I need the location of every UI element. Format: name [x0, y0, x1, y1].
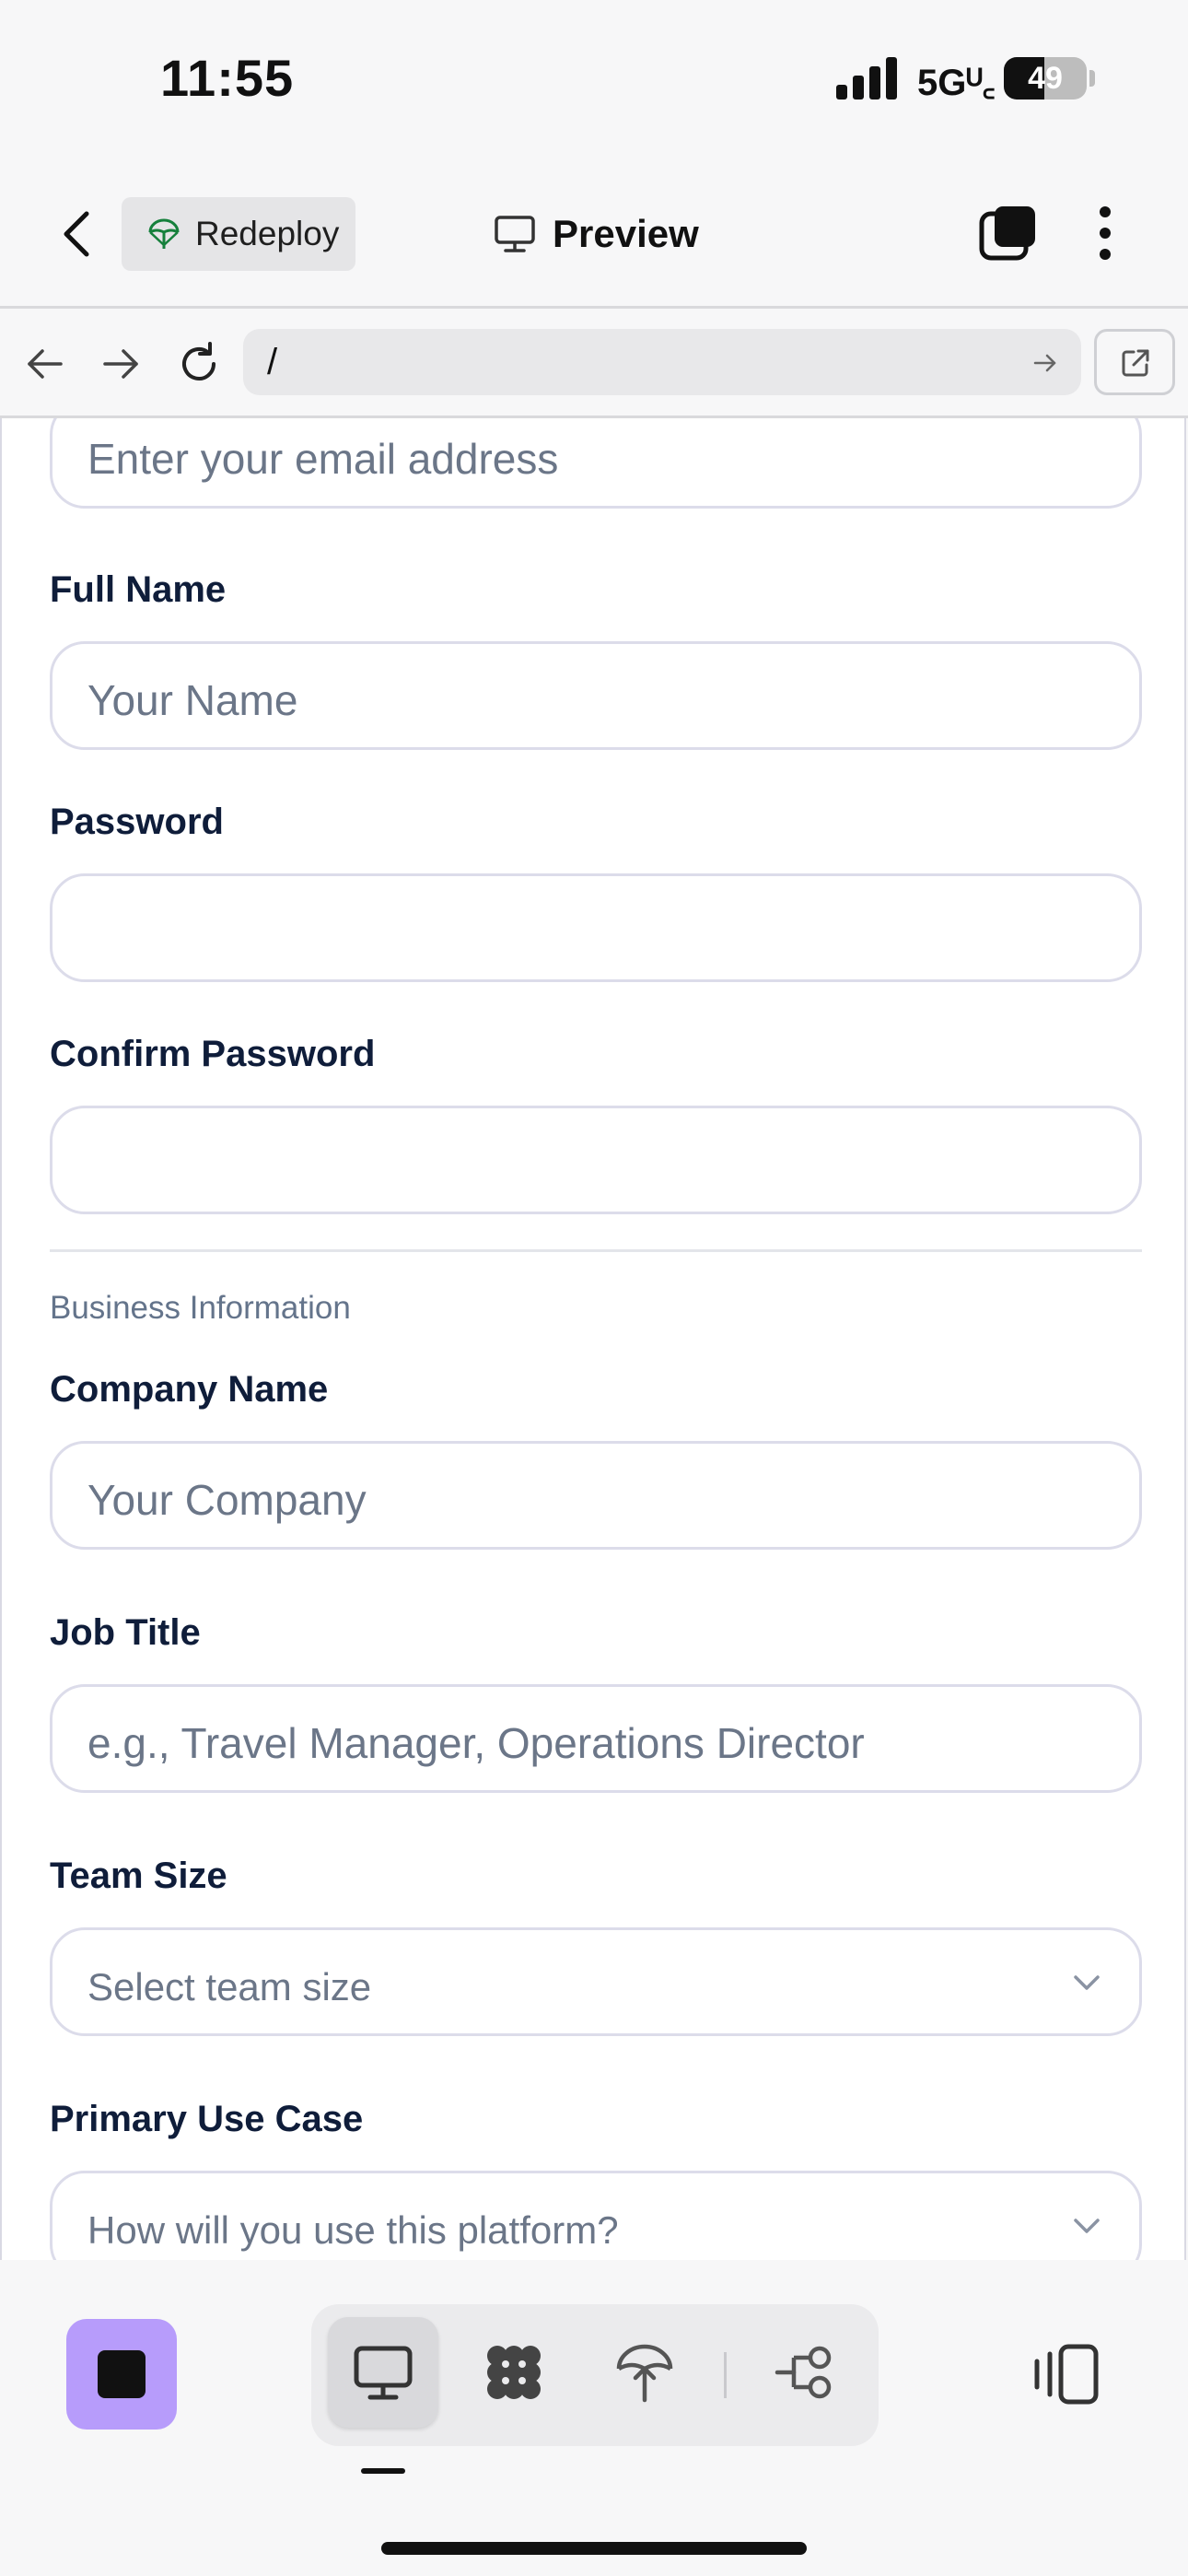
preview-label: Preview — [553, 212, 699, 255]
more-vertical-icon[interactable] — [1087, 203, 1124, 263]
view-database-button[interactable] — [459, 2317, 569, 2428]
view-preview-button[interactable] — [328, 2317, 438, 2428]
company-name-placeholder: Your Company — [87, 1476, 367, 1524]
redeploy-label: Redeploy — [195, 215, 340, 252]
battery-icon: 49 — [1004, 57, 1087, 100]
full-name-field[interactable]: Your Name — [50, 641, 1142, 750]
business-section-title: Business Information — [50, 1290, 351, 1326]
job-title-field[interactable]: e.g., Travel Manager, Operations Directo… — [50, 1684, 1142, 1793]
status-time: 11:55 — [160, 49, 295, 107]
active-view-indicator — [361, 2468, 405, 2474]
view-workflow-button[interactable] — [750, 2317, 860, 2428]
toolbar-separator — [724, 2352, 727, 2398]
chevron-left-icon[interactable] — [53, 206, 101, 262]
job-title-placeholder: e.g., Travel Manager, Operations Directo… — [87, 1719, 865, 1767]
section-divider — [50, 1249, 1142, 1252]
monitor-icon — [495, 216, 535, 252]
stop-button[interactable] — [66, 2319, 177, 2430]
team-size-select[interactable]: Select team size — [50, 1927, 1142, 2036]
tabs-icon[interactable] — [978, 205, 1037, 263]
signal-icon — [836, 57, 897, 100]
confirm-password-field[interactable] — [50, 1106, 1142, 1214]
company-name-field[interactable]: Your Company — [50, 1441, 1142, 1550]
stop-icon — [98, 2350, 146, 2398]
url-bar[interactable]: / — [243, 329, 1081, 395]
external-link-icon — [1122, 349, 1149, 377]
confirm-password-label: Confirm Password — [50, 1034, 376, 1074]
chevron-down-icon — [1074, 2219, 1100, 2233]
workflow-icon — [775, 2346, 832, 2399]
url-text: / — [267, 342, 278, 382]
preview-content: Enter your email address Full Name Your … — [0, 418, 1186, 2260]
use-case-select[interactable]: How will you use this platform? — [50, 2171, 1142, 2260]
arrow-right-icon[interactable] — [96, 338, 147, 390]
view-switcher — [311, 2304, 879, 2446]
chevron-down-icon — [1074, 1975, 1100, 1990]
email-field[interactable]: Enter your email address — [50, 418, 1142, 509]
password-field[interactable] — [50, 873, 1142, 982]
arrow-left-icon[interactable] — [18, 338, 70, 390]
browser-bar: / — [0, 309, 1188, 418]
monitor-icon — [354, 2346, 413, 2400]
parachute-icon — [616, 2344, 673, 2403]
use-case-label: Primary Use Case — [50, 2099, 364, 2139]
bottom-toolbar — [0, 2260, 1188, 2576]
panel-toggle-icon[interactable] — [1030, 2339, 1103, 2409]
battery-level: 49 — [1028, 61, 1063, 96]
redeploy-button[interactable]: Redeploy — [122, 197, 355, 271]
parachute-icon — [148, 218, 180, 249]
email-placeholder: Enter your email address — [87, 435, 559, 483]
password-label: Password — [50, 802, 224, 842]
team-size-label: Team Size — [50, 1856, 227, 1896]
reload-icon[interactable] — [173, 338, 225, 390]
network-type: 5Gᵁ꜀ — [917, 63, 996, 103]
home-indicator — [381, 2542, 807, 2555]
full-name-placeholder: Your Name — [87, 676, 298, 724]
full-name-label: Full Name — [50, 569, 227, 610]
battery-nub — [1089, 70, 1095, 87]
preview-title: Preview — [494, 205, 699, 263]
open-external-button[interactable] — [1094, 329, 1175, 395]
use-case-value: How will you use this platform? — [87, 2208, 619, 2252]
app-header: Redeploy Preview — [0, 157, 1188, 309]
team-size-value: Select team size — [87, 1965, 372, 2008]
company-name-label: Company Name — [50, 1369, 329, 1410]
status-bar: 11:55 5Gᵁ꜀ 49 — [0, 0, 1188, 157]
view-deploy-button[interactable] — [589, 2317, 700, 2428]
grid-blob-icon — [487, 2346, 541, 2399]
job-title-label: Job Title — [50, 1612, 201, 1653]
arrow-right-icon[interactable] — [1031, 349, 1059, 377]
